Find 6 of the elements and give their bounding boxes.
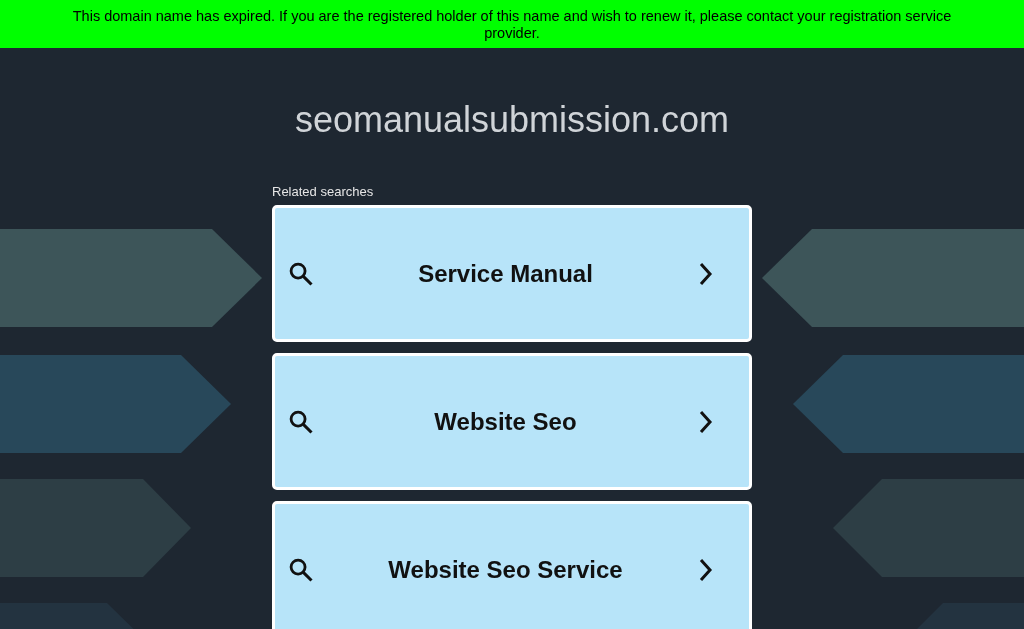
expiry-banner: This domain name has expired. If you are the registered holder of this name and wish to renew it, please contact your registration service provider. [0,0,1024,48]
search-link[interactable]: Website Seo [272,353,752,490]
related-heading: Related searches [272,184,375,199]
search-link[interactable]: Website Seo Service [272,501,752,629]
domain-title: seomanualsubmission.com [294,100,730,140]
search-link[interactable]: Service Manual [272,205,752,342]
